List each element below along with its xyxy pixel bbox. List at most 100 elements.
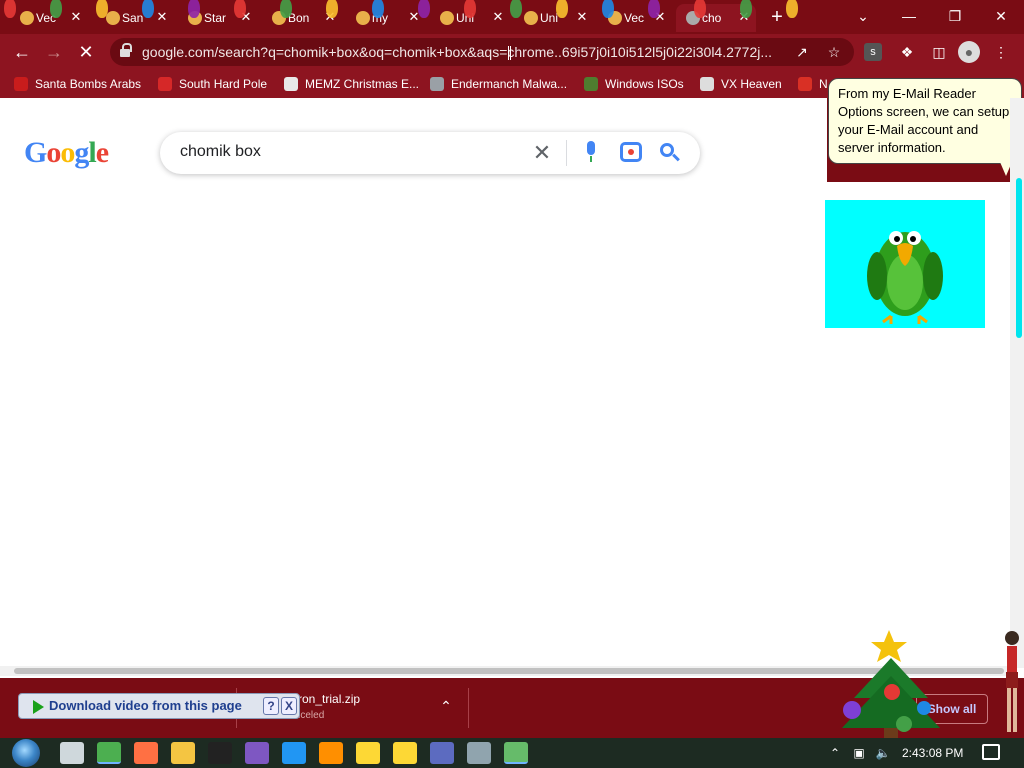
help-app-icon[interactable] (356, 742, 380, 764)
start-button[interactable] (10, 738, 44, 768)
page-content: Google chomik box ✕ From my E-Mail Reade… (0, 78, 1024, 676)
bookmark-favicon-icon (584, 77, 598, 91)
logo-letter: o (46, 136, 61, 169)
profile-avatar-icon[interactable]: ● (958, 41, 980, 63)
shield-app-icon[interactable] (245, 742, 269, 764)
text-cursor-icon (508, 46, 511, 60)
bookmark-item[interactable]: Santa Bombs Arabs (14, 75, 141, 93)
christmas-light-icon (326, 0, 338, 18)
vertical-scrollbar-thumb[interactable] (1016, 178, 1022, 338)
search-icon[interactable] (660, 143, 680, 163)
tab-label: Vec (624, 11, 645, 25)
bookmark-favicon-icon (430, 77, 444, 91)
close-video-button[interactable]: X (281, 697, 297, 715)
microphone-icon[interactable] (584, 141, 598, 165)
bubble-line: server information. (838, 140, 946, 155)
search-divider (566, 140, 567, 166)
taskbar-clock[interactable]: 2:43:08 PM (902, 746, 963, 760)
logo-letter: G (24, 136, 47, 169)
christmas-light-icon (602, 0, 614, 18)
task-view-icon[interactable] (60, 742, 84, 764)
forward-button[interactable]: → (42, 40, 66, 64)
christmas-tree-icon (842, 630, 940, 738)
bookmark-item[interactable]: Endermanch Malwa... (430, 75, 567, 93)
firefox-icon[interactable] (134, 742, 158, 764)
play-icon (33, 700, 44, 714)
unity-app-icon[interactable] (504, 742, 528, 764)
camera-lens-icon[interactable] (620, 142, 642, 162)
christmas-light-icon (648, 0, 660, 18)
bookmark-star-icon[interactable]: ☆ (824, 42, 844, 62)
bookmark-favicon-icon (284, 77, 298, 91)
chrome-icon[interactable] (97, 742, 121, 764)
stop-loading-button[interactable]: ✕ (74, 40, 98, 64)
browser-tab[interactable]: Vec ✕ (10, 4, 88, 32)
address-bar[interactable]: google.com/search?q=chomik+box&oq=chomik… (110, 38, 854, 66)
notification-center-icon[interactable] (982, 744, 1000, 760)
clear-search-icon[interactable]: ✕ (530, 141, 554, 165)
tab-label: San (122, 11, 144, 25)
file-explorer-icon[interactable] (171, 742, 195, 764)
christmas-light-icon (740, 0, 752, 18)
volume-icon[interactable]: 🔈 (874, 744, 892, 762)
chevron-up-icon[interactable]: ⌃ (434, 698, 458, 718)
google-logo[interactable]: Google (24, 136, 109, 170)
tab-label: Star (204, 11, 226, 25)
show-hidden-icons-chevron-icon[interactable]: ⌃ (826, 744, 844, 762)
b-app-icon[interactable] (430, 742, 454, 764)
close-window-button[interactable]: ✕ (984, 4, 1018, 28)
browser-tab[interactable]: my ✕ (346, 4, 426, 32)
bookmark-label: Endermanch Malwa... (451, 77, 568, 91)
restore-button[interactable]: ❐ (938, 4, 972, 28)
vlc-icon[interactable] (319, 742, 343, 764)
agent-speech-bubble[interactable]: From my E-Mail Reader Options screen, we… (828, 78, 1022, 164)
parrot-icon (867, 231, 943, 324)
close-tab-icon[interactable]: ✕ (574, 9, 590, 25)
bookmark-label: MEMZ Christmas E... (305, 77, 420, 91)
hex-app-icon[interactable] (467, 742, 491, 764)
menu-kebab-icon[interactable]: ⋮ (990, 41, 1012, 63)
christmas-light-icon (96, 0, 108, 18)
christmas-light-icon (510, 0, 522, 18)
search-box[interactable]: chomik box ✕ (160, 132, 700, 174)
bookmark-item[interactable]: N (798, 75, 828, 93)
back-button[interactable]: ← (10, 40, 34, 64)
unity-icon (440, 11, 454, 25)
bubble-line: Options screen, we can setup (838, 104, 1010, 119)
logo-letter: o (60, 136, 75, 169)
new-tab-button[interactable]: + (766, 6, 788, 28)
browser-tab[interactable]: Uni ✕ (514, 4, 594, 32)
close-tab-icon[interactable]: ✕ (154, 9, 170, 25)
minimize-button[interactable]: — (892, 4, 926, 28)
help-button[interactable]: ? (263, 697, 279, 715)
tab-search-button[interactable]: ⌄ (846, 4, 880, 28)
close-tab-icon[interactable]: ✕ (490, 9, 506, 25)
bookmark-favicon-icon (700, 77, 714, 91)
side-panel-icon[interactable]: ◫ (928, 41, 950, 63)
christmas-light-icon (50, 0, 62, 18)
network-icon[interactable]: ▣ (850, 744, 868, 762)
bookmark-item[interactable]: VX Heaven (700, 75, 782, 93)
lock-icon[interactable] (120, 43, 132, 58)
bookmark-label: Santa Bombs Arabs (35, 77, 142, 91)
download-video-button[interactable]: Download video from this page ? X (18, 693, 300, 719)
download-video-label: Download video from this page (49, 698, 242, 713)
windows-orb-icon (12, 739, 40, 767)
screen: Vec✕San✕Star✕Bon✕my✕Uni✕Uni✕Vec✕cho✕ + ⌄… (0, 0, 1024, 768)
bookmark-item[interactable]: South Hard Pole (158, 75, 267, 93)
search-input[interactable]: chomik box (180, 143, 261, 161)
close-tab-icon[interactable]: ✕ (68, 9, 84, 25)
dancing-girl-icon (1005, 631, 1019, 732)
extension-s-icon[interactable]: s (864, 43, 882, 61)
bookmark-item[interactable]: Windows ISOs (584, 75, 684, 93)
christmas-light-icon (142, 0, 154, 18)
url-text[interactable]: google.com/search?q=chomik+box&oq=chomik… (142, 44, 782, 60)
taskbar: ⌃ ▣ 🔈 2:43:08 PM (0, 738, 1024, 768)
parrot-agent[interactable] (825, 200, 985, 328)
7zip-icon[interactable] (208, 742, 232, 764)
extensions-puzzle-icon[interactable]: ❖ (896, 41, 918, 63)
bookmark-item[interactable]: MEMZ Christmas E... (284, 75, 419, 93)
share-icon[interactable]: ↗ (792, 42, 812, 62)
store-icon[interactable] (282, 742, 306, 764)
help-app-2-icon[interactable] (393, 742, 417, 764)
